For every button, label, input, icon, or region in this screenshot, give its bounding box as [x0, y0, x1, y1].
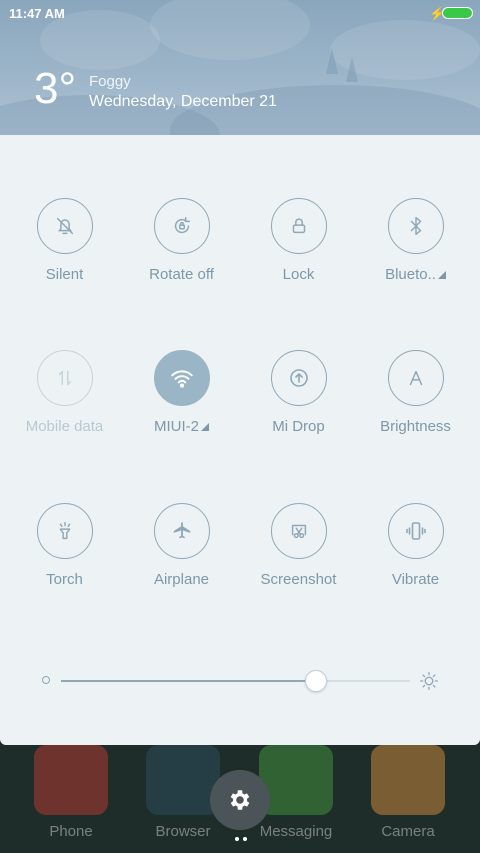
weather-condition: Foggy — [89, 73, 131, 90]
brightness-slider-thumb[interactable] — [304, 670, 327, 692]
battery-icon — [442, 7, 473, 19]
app-label: Messaging — [259, 823, 333, 840]
app-label: Camera — [381, 823, 435, 840]
expand-caret-icon[interactable] — [437, 271, 446, 279]
brightness-high-icon — [419, 671, 439, 696]
wifi-icon — [153, 350, 210, 406]
tile-bluetooth[interactable]: Blueto.. — [357, 198, 474, 283]
messaging-app-icon — [259, 745, 333, 815]
expand-caret-icon[interactable] — [201, 423, 209, 431]
tile-wifi[interactable]: MIUI-2 — [123, 350, 240, 435]
phone-app-icon — [34, 745, 108, 815]
tile-screenshot[interactable]: Screenshot — [240, 503, 357, 588]
browser-app-icon — [146, 745, 220, 815]
auto-brightness-icon — [387, 350, 444, 406]
tile-lock[interactable]: Lock — [240, 198, 357, 283]
bluetooth-icon — [387, 198, 444, 254]
tile-mi-drop[interactable]: Mi Drop — [240, 350, 357, 435]
bell-off-icon — [36, 198, 93, 254]
temperature: 3° — [34, 64, 77, 113]
tile-label: Brightness — [380, 418, 451, 435]
gear-icon — [230, 790, 250, 810]
camera-app-icon — [371, 745, 445, 815]
tile-rotate[interactable]: Rotate off — [123, 198, 240, 283]
tile-brightness[interactable]: Brightness — [357, 350, 474, 435]
app-label: Phone — [49, 823, 93, 840]
date: Wednesday, December 21 — [89, 93, 277, 110]
tile-label: Torch — [46, 571, 83, 588]
screenshot-icon — [270, 503, 327, 559]
tile-label: Vibrate — [391, 571, 440, 588]
mobile-data-icon — [36, 350, 93, 406]
tile-label: Airplane — [153, 571, 210, 588]
status-time: 11:47 AM — [9, 6, 65, 21]
tile-label: Silent — [45, 266, 84, 283]
tile-vibrate[interactable]: Vibrate — [357, 503, 474, 588]
tile-airplane[interactable]: Airplane — [123, 503, 240, 588]
torch-icon — [36, 503, 93, 559]
quick-settings-panel: Silent Rotate off Lock Blueto.. Mobile d… — [0, 135, 480, 745]
page-indicator — [233, 828, 249, 846]
tile-label: Screenshot — [260, 571, 337, 588]
tile-label: Mi Drop — [272, 418, 325, 435]
lock-icon — [270, 198, 327, 254]
tile-label: Rotate off — [149, 266, 214, 283]
mi-drop-icon — [270, 350, 327, 406]
brightness-slider-fill — [61, 680, 316, 682]
tile-torch[interactable]: Torch — [6, 503, 123, 588]
brightness-low-icon — [42, 676, 50, 684]
app-label: Browser — [155, 823, 211, 840]
tile-label: Blueto.. — [385, 266, 436, 283]
tile-silent[interactable]: Silent — [6, 198, 123, 283]
app-camera[interactable]: Camera — [368, 745, 448, 840]
airplane-icon — [153, 503, 210, 559]
tile-label: MIUI-2 — [154, 418, 199, 435]
tile-mobile-data[interactable]: Mobile data — [6, 350, 123, 435]
brightness-slider[interactable] — [61, 670, 410, 692]
settings-button[interactable] — [210, 770, 270, 830]
rotate-lock-icon — [153, 198, 210, 254]
weather-header[interactable]: 11:47 AM ⚡ 3° Foggy Wednesday, December … — [0, 0, 480, 135]
tile-label: Mobile data — [25, 418, 104, 435]
app-phone[interactable]: Phone — [31, 745, 111, 840]
tile-label: Lock — [282, 266, 315, 283]
vibrate-icon — [387, 503, 444, 559]
